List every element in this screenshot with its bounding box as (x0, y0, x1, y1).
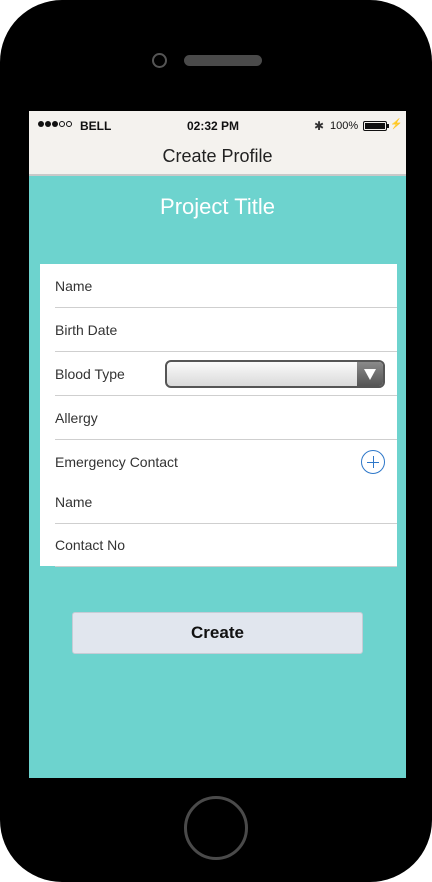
emergency-name-field[interactable]: Name (55, 480, 397, 524)
create-button[interactable]: Create (72, 612, 363, 654)
signal-dot (38, 121, 44, 127)
signal-dot (52, 121, 58, 127)
name-field[interactable]: Name (55, 264, 397, 308)
emergency-contact-row: Emergency Contact (55, 440, 397, 484)
blood-type-row: Blood Type (55, 352, 397, 396)
add-contact-icon[interactable] (361, 450, 385, 474)
screen: BELL 02:32 PM ✱ 100% ⚡ Create Profile Pr… (29, 111, 406, 778)
speaker-grille (184, 55, 262, 66)
profile-form: Name Birth Date Blood Type Allergy Emerg… (40, 264, 397, 567)
birth-date-field[interactable]: Birth Date (55, 308, 397, 352)
blood-type-select[interactable] (165, 360, 385, 388)
project-title: Project Title (160, 194, 275, 219)
emergency-name-label: Name (55, 494, 93, 510)
status-time: 02:32 PM (187, 119, 240, 133)
name-label: Name (55, 278, 93, 294)
signal-dot-empty (66, 121, 72, 127)
signal-strength-icon (38, 121, 72, 127)
carrier-name: BELL (80, 119, 112, 133)
phone-frame: BELL 02:32 PM ✱ 100% ⚡ Create Profile Pr… (0, 0, 432, 882)
status-bar: BELL 02:32 PM ✱ 100% ⚡ (29, 111, 406, 139)
charging-icon: ⚡ (390, 119, 403, 130)
battery-icon (363, 121, 387, 131)
signal-dot (45, 121, 51, 127)
allergy-label: Allergy (55, 410, 98, 426)
battery-percentage: 100% (330, 120, 359, 132)
home-button[interactable] (184, 796, 248, 860)
page-title: Create Profile (162, 146, 273, 166)
camera-icon (152, 53, 167, 68)
battery-tip (387, 124, 389, 128)
bluetooth-icon: ✱ (314, 119, 325, 133)
emergency-contact-label: Emergency Contact (55, 454, 178, 470)
blood-type-label: Blood Type (55, 366, 125, 382)
contact-no-field[interactable]: Contact No (55, 523, 397, 567)
dropdown-toggle[interactable] (357, 362, 383, 386)
allergy-field[interactable]: Allergy (55, 396, 397, 440)
navigation-bar: Create Profile (29, 139, 406, 176)
birth-date-label: Birth Date (55, 322, 118, 338)
chevron-down-icon (364, 369, 376, 380)
signal-dot-empty (59, 121, 65, 127)
contact-no-label: Contact No (55, 537, 126, 553)
